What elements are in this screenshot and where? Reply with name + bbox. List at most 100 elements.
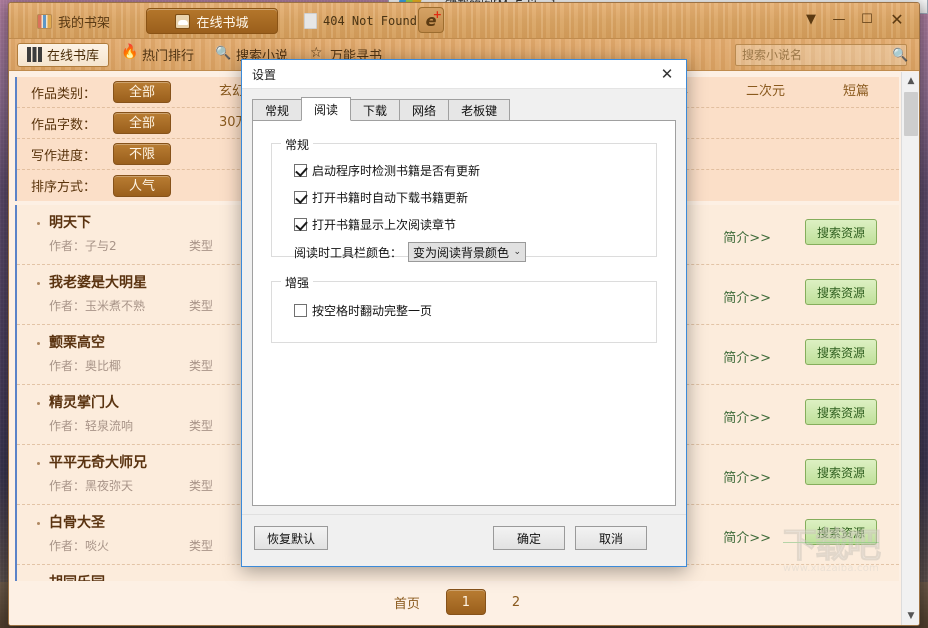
search-resource-button[interactable]: 搜索资源 (805, 519, 877, 545)
group-enhance: 增强 按空格时翻动完整一页 (271, 274, 657, 343)
search-resource-button[interactable]: 搜索资源 (805, 219, 877, 245)
window-menu-button[interactable]: ▼ (799, 9, 823, 29)
book-author: 作者：啖火 (49, 539, 110, 553)
filter-option-category-duanpian[interactable]: 短篇 (833, 81, 879, 103)
ok-button[interactable]: 确定 (493, 526, 565, 550)
pagination-first-page[interactable]: 首页 (388, 593, 426, 612)
filter-option-progress-any[interactable]: 不限 (113, 143, 171, 165)
tab-reading[interactable]: 阅读 (301, 97, 352, 121)
group-enhance-legend: 增强 (281, 274, 314, 291)
close-icon[interactable]: ✕ (654, 63, 680, 85)
search-resource-button[interactable]: 搜索资源 (805, 279, 877, 305)
book-author: 作者：黑夜弥天 (49, 479, 134, 493)
search-icon (215, 46, 231, 62)
book-intro-link[interactable]: 简介>> (723, 227, 771, 246)
scroll-up-arrow-icon[interactable]: ▲ (902, 72, 919, 90)
close-button[interactable]: ✕ (885, 9, 909, 29)
group-general: 常规 启动程序时检测书籍是否有更新 打开书籍时自动下载书籍更新 打开书籍显示上次… (271, 136, 657, 262)
filter-option-category-erciyuan[interactable]: 二次元 (736, 81, 795, 103)
tab-download[interactable]: 下载 (350, 99, 401, 120)
fire-icon (121, 44, 138, 62)
book-author: 作者：玉米煮不熟 (49, 299, 146, 313)
toolbar-color-select-value: 变为阅读背景颜色 (413, 245, 510, 260)
checkbox-icon[interactable] (294, 164, 307, 177)
toolbar-color-select[interactable]: 变为阅读背景颜色 ⌄ (408, 242, 527, 262)
book-intro-link[interactable]: 简介>> (723, 347, 771, 366)
filter-label-category: 作品类别： (31, 86, 97, 102)
table-row[interactable]: 胡同乐园 (17, 565, 899, 581)
filter-option-sort-popularity[interactable]: 人气 (113, 174, 171, 197)
filter-label-sort: 排序方式： (31, 180, 97, 195)
restore-defaults-button[interactable]: 恢复默认 (254, 526, 328, 550)
book-title[interactable]: 胡同乐园 (49, 572, 899, 581)
scrollbar-thumb[interactable] (904, 92, 918, 136)
checkbox-check-updates-on-startup-label: 启动程序时检测书籍是否有更新 (312, 164, 481, 178)
book-author: 作者：轻泉流响 (49, 419, 134, 433)
dialog-titlebar: 设置 ✕ (242, 60, 686, 89)
bullet-icon (37, 402, 40, 405)
book-author: 作者：奥比椰 (49, 359, 122, 373)
checkbox-show-last-chapter[interactable]: 打开书籍显示上次阅读章节 (294, 216, 456, 233)
bullet-icon (37, 282, 40, 285)
bullet-icon (37, 462, 40, 465)
tab-my-bookshelf[interactable]: 我的书架 (25, 8, 122, 34)
toolbar-color-label: 阅读时工具栏颜色： (294, 245, 403, 260)
dialog-tab-panel: 常规 启动程序时检测书籍是否有更新 打开书籍时自动下载书籍更新 打开书籍显示上次… (252, 120, 676, 506)
search-box[interactable]: 🔍 (735, 44, 908, 66)
cancel-button[interactable]: 取消 (575, 526, 647, 550)
search-resource-button[interactable]: 搜索资源 (805, 339, 877, 365)
filter-label-progress: 写作进度： (31, 148, 97, 164)
tab-404-not-found[interactable]: 404 Not Found (292, 8, 429, 34)
minimize-button[interactable]: — (827, 9, 851, 29)
toolbar-item-online-library-label: 在线书库 (47, 49, 100, 64)
checkbox-check-updates-on-startup[interactable]: 启动程序时检测书籍是否有更新 (294, 162, 480, 179)
search-resource-button[interactable]: 搜索资源 (805, 459, 877, 485)
dialog-body: 常规 阅读 下载 网络 老板键 常规 启动程序时检测书籍是否有更新 打开书籍时自… (242, 90, 686, 514)
checkbox-auto-download-on-open-label: 打开书籍时自动下载书籍更新 (312, 191, 469, 205)
checkbox-auto-download-on-open[interactable]: 打开书籍时自动下载书籍更新 (294, 189, 468, 206)
pagination-page-2[interactable]: 2 (506, 595, 526, 610)
toolbar-color-row: 阅读时工具栏颜色： 变为阅读背景颜色 ⌄ (294, 242, 527, 262)
maximize-button[interactable]: ☐ (855, 9, 879, 29)
toolbar-item-hot-ranking[interactable]: 热门排行 (113, 43, 203, 67)
toolbar-item-online-library[interactable]: 在线书库 (17, 42, 110, 67)
checkbox-icon[interactable] (294, 191, 307, 204)
tab-online-bookstore[interactable]: 在线书城 (146, 8, 278, 34)
cloud-icon (175, 13, 191, 29)
bullet-icon (37, 522, 40, 525)
settings-dialog: 设置 ✕ 常规 阅读 下载 网络 老板键 常规 启动程序时检测书籍是否有更新 打… (241, 59, 687, 567)
book-intro-link[interactable]: 简介>> (723, 467, 771, 486)
checkbox-space-full-page-turn-label: 按空格时翻动完整一页 (312, 304, 433, 318)
pagination-page-1[interactable]: 1 (445, 589, 486, 615)
filter-option-wordcount-all[interactable]: 全部 (113, 112, 171, 134)
tab-network[interactable]: 网络 (399, 99, 450, 120)
checkbox-space-full-page-turn[interactable]: 按空格时翻动完整一页 (294, 302, 432, 319)
dialog-footer: 恢复默认 确定 取消 (242, 514, 686, 566)
page-icon (304, 13, 317, 29)
vertical-scrollbar[interactable]: ▲ ▼ (901, 72, 919, 625)
toolbar-item-hot-ranking-label: 热门排行 (142, 49, 195, 64)
book-intro-link[interactable]: 简介>> (723, 527, 771, 546)
checkbox-icon[interactable] (294, 218, 307, 231)
ie-new-tab-icon[interactable]: e + (418, 7, 444, 33)
book-author: 作者：子与2 (49, 239, 117, 253)
search-icon[interactable]: 🔍 (892, 48, 908, 63)
dialog-tabbar: 常规 阅读 下载 网络 老板键 (252, 97, 676, 121)
group-general-legend: 常规 (281, 136, 314, 153)
book-intro-link[interactable]: 简介>> (723, 287, 771, 306)
tab-my-bookshelf-label: 我的书架 (58, 15, 111, 31)
plus-icon: + (432, 8, 442, 21)
tab-general[interactable]: 常规 (252, 99, 303, 120)
dialog-title: 设置 (252, 67, 277, 82)
search-input[interactable] (742, 48, 892, 62)
titlebar: 我的书架 在线书城 404 Not Found e + ▼ — ☐ ✕ (9, 3, 919, 39)
bullet-icon (37, 342, 40, 345)
search-resource-button[interactable]: 搜索资源 (805, 399, 877, 425)
filter-option-category-all[interactable]: 全部 (113, 81, 171, 103)
tab-boss-key[interactable]: 老板键 (448, 99, 511, 120)
checkbox-icon[interactable] (294, 304, 307, 317)
book-intro-link[interactable]: 简介>> (723, 407, 771, 426)
scroll-down-arrow-icon[interactable]: ▼ (902, 607, 919, 625)
checkbox-show-last-chapter-label: 打开书籍显示上次阅读章节 (312, 218, 457, 232)
library-icon (27, 47, 42, 62)
